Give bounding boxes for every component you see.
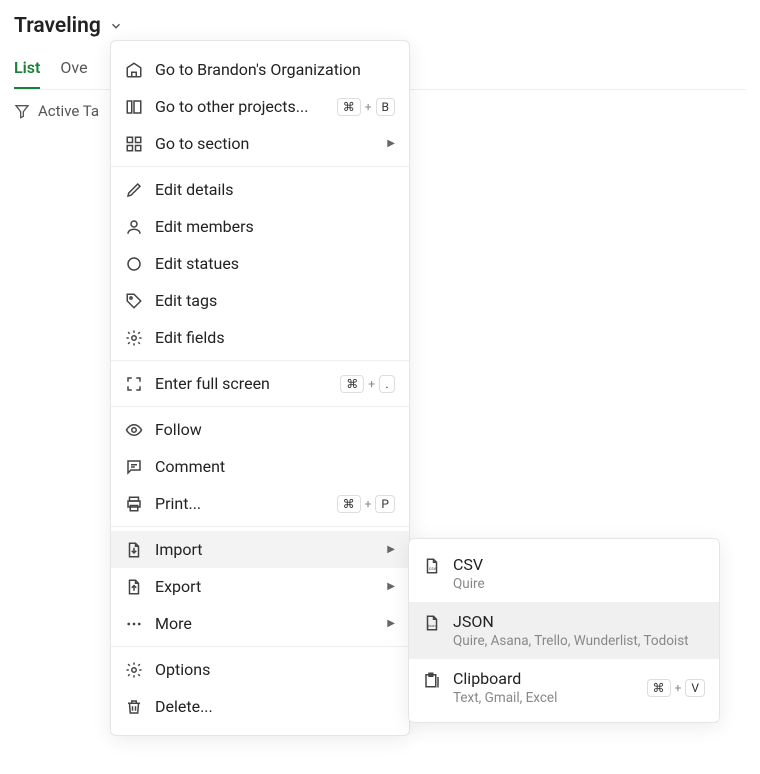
chevron-right-icon: ▶ bbox=[387, 618, 395, 629]
person-icon bbox=[125, 218, 143, 236]
chevron-right-icon: ▶ bbox=[387, 544, 395, 555]
section-icon bbox=[125, 135, 143, 153]
menu-fullscreen[interactable]: Enter full screen ⌘+. bbox=[111, 365, 409, 402]
menu-more[interactable]: More ▶ bbox=[111, 605, 409, 642]
chevron-down-icon bbox=[109, 19, 123, 33]
shortcut: ⌘+B bbox=[337, 98, 395, 116]
menu-edit-fields[interactable]: Edit fields bbox=[111, 319, 409, 356]
shortcut: ⌘+. bbox=[340, 375, 395, 393]
circle-icon bbox=[125, 255, 143, 273]
clipboard-icon bbox=[423, 671, 441, 689]
eye-icon bbox=[125, 421, 143, 439]
filter-icon bbox=[14, 103, 30, 119]
submenu-json[interactable]: json JSON Quire, Asana, Trello, Wunderli… bbox=[409, 602, 719, 659]
context-menu: Go to Brandon's Organization Go to other… bbox=[110, 40, 410, 736]
svg-text:json: json bbox=[427, 623, 435, 628]
menu-edit-members[interactable]: Edit members bbox=[111, 208, 409, 245]
submenu-clipboard[interactable]: Clipboard Text, Gmail, Excel ⌘+V bbox=[409, 659, 719, 716]
menu-go-other[interactable]: Go to other projects... ⌘+B bbox=[111, 88, 409, 125]
import-submenu: csv CSV Quire json JSON Quire, Asana, Tr… bbox=[408, 538, 720, 723]
chevron-right-icon: ▶ bbox=[387, 138, 395, 149]
menu-go-other-label: Go to other projects... bbox=[155, 97, 325, 116]
menu-comment[interactable]: Comment bbox=[111, 448, 409, 485]
fullscreen-icon bbox=[125, 375, 143, 393]
trash-icon bbox=[125, 698, 143, 716]
submenu-csv-sub: Quire bbox=[453, 576, 705, 592]
submenu-csv-title: CSV bbox=[453, 555, 705, 574]
menu-edit-statues[interactable]: Edit statues bbox=[111, 245, 409, 282]
tag-icon bbox=[125, 292, 143, 310]
pencil-icon bbox=[125, 181, 143, 199]
menu-go-section[interactable]: Go to section ▶ bbox=[111, 125, 409, 162]
shortcut: ⌘+P bbox=[337, 495, 395, 513]
import-icon bbox=[125, 541, 143, 559]
menu-follow[interactable]: Follow bbox=[111, 411, 409, 448]
print-icon bbox=[125, 495, 143, 513]
menu-edit-tags[interactable]: Edit tags bbox=[111, 282, 409, 319]
submenu-clipboard-title: Clipboard bbox=[453, 669, 635, 688]
menu-go-section-label: Go to section bbox=[155, 134, 375, 153]
menu-print[interactable]: Print... ⌘+P bbox=[111, 485, 409, 522]
more-icon bbox=[125, 615, 143, 633]
gear-icon bbox=[125, 661, 143, 679]
menu-export[interactable]: Export ▶ bbox=[111, 568, 409, 605]
menu-edit-details[interactable]: Edit details bbox=[111, 171, 409, 208]
submenu-csv[interactable]: csv CSV Quire bbox=[409, 545, 719, 602]
menu-go-org-label: Go to Brandon's Organization bbox=[155, 60, 395, 79]
filter-label: Active Ta bbox=[38, 102, 99, 120]
tab-overview[interactable]: Ove bbox=[60, 52, 87, 89]
shortcut: ⌘+V bbox=[647, 679, 705, 697]
tab-list[interactable]: List bbox=[14, 52, 40, 89]
svg-text:csv: csv bbox=[429, 567, 437, 572]
gear-icon bbox=[125, 329, 143, 347]
menu-options[interactable]: Options bbox=[111, 651, 409, 688]
json-file-icon: json bbox=[423, 614, 441, 632]
chevron-right-icon: ▶ bbox=[387, 581, 395, 592]
comment-icon bbox=[125, 458, 143, 476]
menu-import[interactable]: Import ▶ bbox=[111, 531, 409, 568]
export-icon bbox=[125, 578, 143, 596]
csv-file-icon: csv bbox=[423, 557, 441, 575]
submenu-clipboard-sub: Text, Gmail, Excel bbox=[453, 690, 635, 706]
project-title-text: Traveling bbox=[14, 14, 101, 38]
projects-icon bbox=[125, 98, 143, 116]
submenu-json-title: JSON bbox=[453, 612, 705, 631]
organization-icon bbox=[125, 61, 143, 79]
submenu-json-sub: Quire, Asana, Trello, Wunderlist, Todois… bbox=[453, 633, 705, 649]
menu-delete[interactable]: Delete... bbox=[111, 688, 409, 725]
project-title[interactable]: Traveling bbox=[14, 14, 746, 38]
menu-go-org[interactable]: Go to Brandon's Organization bbox=[111, 51, 409, 88]
